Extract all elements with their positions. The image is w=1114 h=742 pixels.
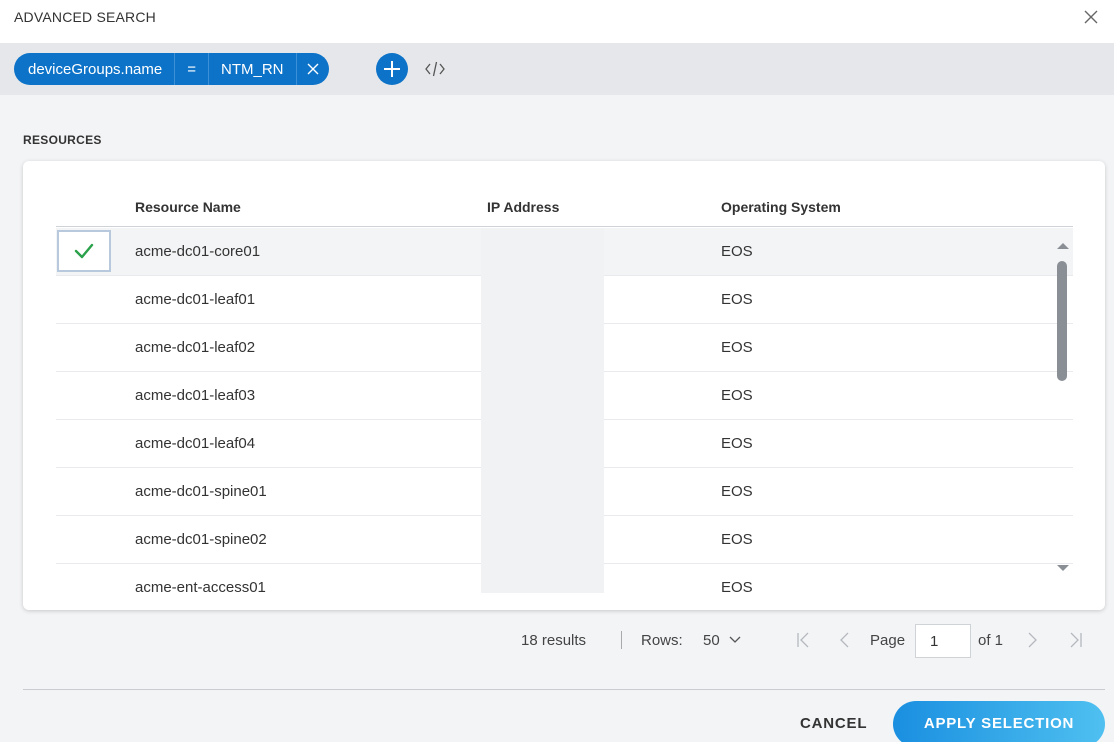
- resource-name-cell: acme-dc01-leaf03: [135, 387, 256, 404]
- rows-per-page-select[interactable]: 50: [703, 632, 742, 649]
- table-row[interactable]: acme-dc01-leaf03 10.x.x.x EOS: [56, 372, 1073, 420]
- pagination: 18 results Rows: 50 Page of 1: [0, 624, 1114, 658]
- remove-filter-button[interactable]: [296, 53, 329, 85]
- apply-selection-button[interactable]: APPLY SELECTION: [893, 701, 1105, 742]
- ip-address-cell: 10.x.x.x: [481, 564, 604, 593]
- dialog-title: ADVANCED SEARCH: [14, 9, 156, 25]
- table-row[interactable]: acme-dc01-spine02 10.x.x.x EOS: [56, 516, 1073, 564]
- pagination-divider: [621, 631, 622, 649]
- ip-address-cell: 10.x.x.x: [481, 420, 604, 468]
- table-row[interactable]: acme-dc01-spine01 10.x.x.x EOS: [56, 468, 1073, 516]
- table-row[interactable]: acme-dc01-leaf01 10.x.x.x EOS: [56, 276, 1073, 324]
- resource-name-cell: acme-dc01-leaf02: [135, 339, 256, 356]
- ip-address-cell: 10.x.x.x: [481, 468, 604, 516]
- filter-operator[interactable]: =: [175, 53, 210, 85]
- filter-value[interactable]: NTM_RN: [209, 53, 297, 85]
- footer-divider: [23, 689, 1105, 690]
- scrollbar-thumb[interactable]: [1057, 261, 1067, 381]
- page-total: of 1: [978, 632, 1004, 649]
- next-page-icon[interactable]: [1027, 631, 1039, 649]
- resource-name-cell: acme-dc01-core01: [135, 243, 261, 260]
- cancel-button[interactable]: CANCEL: [800, 715, 867, 732]
- ip-address-cell: 10.x.x.x: [481, 516, 604, 564]
- page-label: Page: [870, 632, 906, 649]
- os-cell: EOS: [721, 387, 753, 404]
- filter-bar: deviceGroups.name = NTM_RN: [0, 43, 1114, 95]
- first-page-icon[interactable]: [795, 631, 811, 649]
- ip-address-cell: 10.x.x.x: [481, 324, 604, 372]
- checkmark-icon: [74, 243, 94, 259]
- column-header-ip-address[interactable]: IP Address: [487, 199, 559, 215]
- dialog-body: RESOURCES Resource Name IP Address Opera…: [0, 95, 1114, 742]
- rows-label: Rows:: [641, 632, 683, 649]
- table-row[interactable]: acme-ent-access01 10.x.x.x EOS: [56, 564, 1073, 593]
- os-cell: EOS: [721, 339, 753, 356]
- resource-name-cell: acme-dc01-leaf04: [135, 435, 256, 452]
- page-number-input[interactable]: [915, 624, 971, 658]
- scroll-up-arrow-icon[interactable]: [1056, 241, 1070, 251]
- table-body: acme-dc01-core01 10.x.x.x EOS acme-dc01-…: [56, 228, 1073, 593]
- rows-per-page-value: 50: [703, 632, 720, 649]
- ip-address-cell: 10.x.x.x: [481, 372, 604, 420]
- results-count: 18 results: [521, 632, 587, 649]
- column-header-operating-system[interactable]: Operating System: [721, 199, 841, 215]
- add-filter-button[interactable]: [376, 53, 408, 85]
- table-header: Resource Name IP Address Operating Syste…: [56, 191, 1073, 227]
- plus-icon: [384, 61, 400, 77]
- row-checkbox[interactable]: [57, 230, 111, 272]
- resources-label: RESOURCES: [23, 133, 102, 147]
- ip-address-cell: 10.x.x.x: [481, 276, 604, 324]
- previous-page-icon[interactable]: [838, 631, 850, 649]
- os-cell: EOS: [721, 291, 753, 308]
- code-view-icon[interactable]: [424, 60, 446, 78]
- resource-name-cell: acme-dc01-leaf01: [135, 291, 256, 308]
- os-cell: EOS: [721, 483, 753, 500]
- close-icon: [307, 63, 319, 75]
- table-row[interactable]: acme-dc01-leaf04 10.x.x.x EOS: [56, 420, 1073, 468]
- resources-table: Resource Name IP Address Operating Syste…: [23, 161, 1105, 610]
- chevron-down-icon: [729, 636, 741, 643]
- resource-name-cell: acme-ent-access01: [135, 579, 266, 593]
- table-row[interactable]: acme-dc01-core01 10.x.x.x EOS: [56, 228, 1073, 276]
- scroll-down-arrow-icon[interactable]: [1056, 563, 1070, 573]
- resource-name-cell: acme-dc01-spine01: [135, 483, 267, 500]
- table-row[interactable]: acme-dc01-leaf02 10.x.x.x EOS: [56, 324, 1073, 372]
- dialog-header: ADVANCED SEARCH: [0, 0, 1114, 43]
- filter-chip[interactable]: deviceGroups.name = NTM_RN: [14, 53, 329, 85]
- filter-field[interactable]: deviceGroups.name: [14, 53, 176, 85]
- os-cell: EOS: [721, 579, 753, 593]
- close-icon[interactable]: [1080, 6, 1102, 28]
- resource-name-cell: acme-dc01-spine02: [135, 531, 267, 548]
- ip-address-cell: 10.x.x.x: [481, 228, 604, 276]
- os-cell: EOS: [721, 435, 753, 452]
- os-cell: EOS: [721, 531, 753, 548]
- os-cell: EOS: [721, 243, 753, 260]
- last-page-icon[interactable]: [1068, 631, 1084, 649]
- column-header-resource-name[interactable]: Resource Name: [135, 199, 241, 215]
